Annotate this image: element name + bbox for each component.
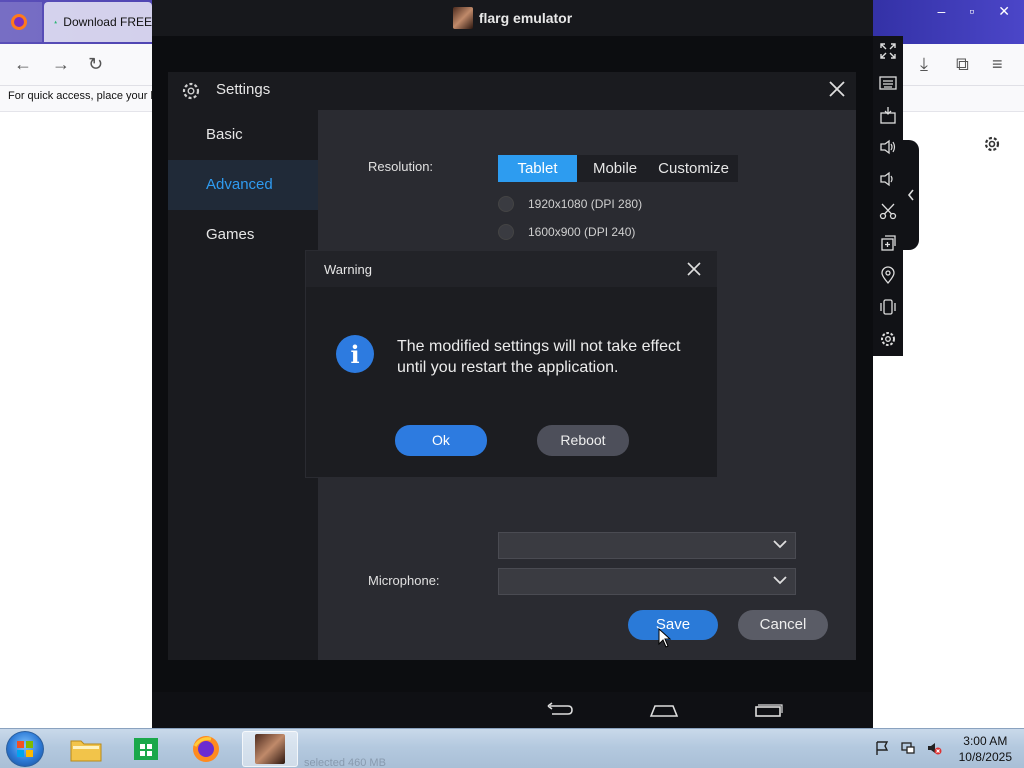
browser-tab-firefox[interactable] (0, 2, 42, 42)
fullscreen-icon[interactable] (877, 40, 899, 62)
firefox-icon (11, 14, 27, 30)
browser-tab-title: Download FREE (63, 15, 152, 29)
nav-item-games[interactable]: Games (168, 210, 318, 260)
bookmarks-hint: For quick access, place your b (8, 90, 152, 102)
android-home-icon[interactable] (649, 702, 679, 718)
close-icon[interactable] (686, 261, 702, 277)
warning-header: Warning (306, 251, 717, 287)
microphone-dropdown[interactable] (498, 568, 796, 595)
resolution-option-label: 1600x900 (DPI 240) (528, 225, 636, 239)
browser-window-controls: – ▫ ✕ (938, 0, 1011, 22)
info-icon: i (336, 335, 374, 373)
resolution-tabs: Tablet Mobile Customize (498, 155, 738, 182)
partially-hidden-dropdown[interactable] (498, 532, 796, 559)
location-pin-icon[interactable] (877, 264, 899, 286)
shake-icon[interactable] (877, 296, 899, 318)
windows-logo-icon (17, 741, 33, 757)
settings-header: Settings (168, 72, 856, 110)
resolution-label: Resolution: (368, 159, 434, 174)
settings-gear-icon (182, 82, 200, 100)
warning-title: Warning (324, 262, 372, 277)
chevron-left-icon (907, 189, 914, 201)
settings-gear-icon[interactable] (877, 328, 899, 350)
save-button[interactable]: Save (628, 610, 718, 640)
taskbar-store[interactable] (118, 731, 174, 767)
radio-button[interactable] (498, 224, 514, 240)
reload-icon[interactable]: ↻ (88, 54, 103, 74)
mouse-cursor-icon (658, 628, 672, 648)
emulator-side-toolbar (873, 36, 903, 356)
site-logo-icon (54, 20, 58, 24)
clock-time: 3:00 AM (963, 734, 1008, 748)
ok-button[interactable]: Ok (395, 425, 487, 456)
store-icon (134, 738, 158, 760)
close-icon[interactable]: ✕ (998, 3, 1010, 20)
resolution-option-1600[interactable]: 1600x900 (DPI 240) (498, 224, 635, 240)
emulator-title-bar: flarg emulator (152, 0, 873, 36)
browser-tab-download[interactable]: Download FREE (44, 2, 152, 42)
windows-taskbar: selected 460 MB 3:00 AM 10/8/2025 (0, 728, 1024, 768)
menu-icon[interactable]: ≡ (992, 54, 1003, 74)
taskbar-firefox[interactable] (178, 731, 234, 767)
minimize-icon[interactable]: – (938, 3, 946, 19)
back-arrow-icon[interactable]: ← (14, 54, 32, 74)
hidden-status-text: selected 460 MB (304, 757, 386, 768)
android-recents-icon[interactable] (753, 702, 783, 718)
settings-sidebar: Basic Advanced Games (168, 110, 318, 660)
resolution-option-label: 1920x1080 (DPI 280) (528, 197, 643, 211)
android-nav-bar (152, 692, 873, 728)
nav-item-advanced[interactable]: Advanced (168, 160, 318, 210)
chevron-down-icon (773, 540, 787, 549)
maximize-icon[interactable]: ▫ (969, 3, 974, 19)
warning-message: The modified settings will not take effe… (397, 338, 681, 376)
warning-dialog: Warning i The modified settings will not… (306, 251, 717, 477)
system-tray (874, 740, 942, 756)
clock-date: 10/8/2025 (958, 750, 1012, 764)
taskbar-file-explorer[interactable] (58, 731, 114, 767)
radio-button[interactable] (498, 196, 514, 212)
volume-muted-icon[interactable] (926, 740, 942, 756)
extensions-icon[interactable]: ⧉ (956, 54, 969, 74)
cancel-button[interactable]: Cancel (738, 610, 828, 640)
settings-title: Settings (216, 81, 271, 98)
microphone-label: Microphone: (368, 573, 440, 588)
multi-instance-icon[interactable] (877, 232, 899, 254)
keyboard-icon[interactable] (877, 72, 899, 94)
taskbar-emulator[interactable] (242, 731, 298, 767)
android-back-icon[interactable] (546, 702, 574, 718)
tab-mobile[interactable]: Mobile (577, 155, 646, 182)
volume-down-icon[interactable] (877, 168, 899, 190)
start-button[interactable] (6, 731, 44, 767)
network-icon[interactable] (900, 740, 916, 756)
nav-item-basic[interactable]: Basic (168, 110, 318, 160)
toolbar-collapse-toggle[interactable] (903, 140, 919, 250)
system-clock[interactable]: 3:00 AM 10/8/2025 (959, 733, 1012, 765)
tab-customize[interactable]: Customize (646, 155, 738, 182)
emulator-app-icon (255, 734, 285, 764)
firefox-icon (193, 736, 219, 762)
emulator-title: flarg emulator (478, 10, 573, 26)
folder-icon (70, 740, 102, 762)
install-apk-icon[interactable] (877, 104, 899, 126)
volume-up-icon[interactable] (877, 136, 899, 158)
close-icon[interactable] (826, 78, 848, 100)
page-settings-gear-icon[interactable] (982, 134, 1002, 154)
emulator-logo-icon (452, 7, 473, 29)
screenshot-scissors-icon[interactable] (877, 200, 899, 222)
action-center-flag-icon[interactable] (874, 740, 890, 756)
chevron-down-icon (773, 576, 787, 585)
download-icon[interactable]: ⤓ (920, 54, 928, 74)
tab-tablet[interactable]: Tablet (498, 155, 577, 182)
forward-arrow-icon[interactable]: → (52, 54, 70, 74)
resolution-option-1920[interactable]: 1920x1080 (DPI 280) (498, 196, 642, 212)
reboot-button[interactable]: Reboot (537, 425, 629, 456)
